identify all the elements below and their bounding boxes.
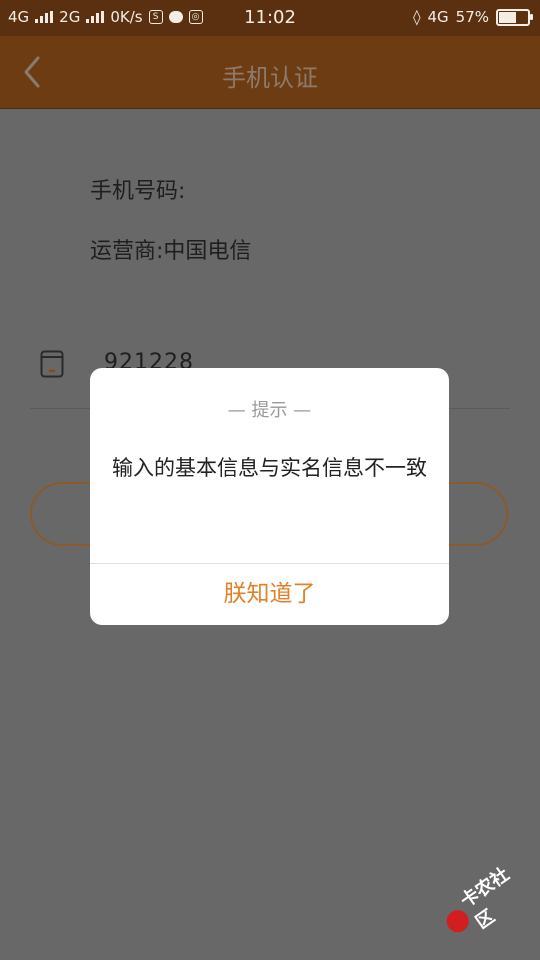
battery-percent: 57% <box>455 8 489 26</box>
dialog-confirm-button[interactable]: 朕知道了 <box>90 564 449 625</box>
phone-icon <box>40 350 64 378</box>
battery-icon <box>496 8 533 26</box>
status-right: ◊ 4G 57% <box>413 8 533 26</box>
network-type-right: 4G <box>427 8 449 26</box>
nav-bar: 手机认证 <box>0 36 540 109</box>
page-title: 手机认证 <box>222 64 318 92</box>
dialog-title: — 提示 — <box>227 400 312 421</box>
alert-dialog: — 提示 — 输入的基本信息与实名信息不一致 朕知道了 <box>90 368 449 625</box>
watermark: 卡农社区 <box>437 856 539 944</box>
phone-number-label: 手机号码: <box>90 179 186 204</box>
status-bar: 4G 2G 0K/s S ◎ 11:02 ◊ 4G 57% <box>0 0 540 36</box>
vibrate-icon: ◊ <box>413 8 421 26</box>
carrier-label: 运营商:中国电信 <box>90 239 252 264</box>
dialog-message: 输入的基本信息与实名信息不一致 <box>112 456 427 480</box>
